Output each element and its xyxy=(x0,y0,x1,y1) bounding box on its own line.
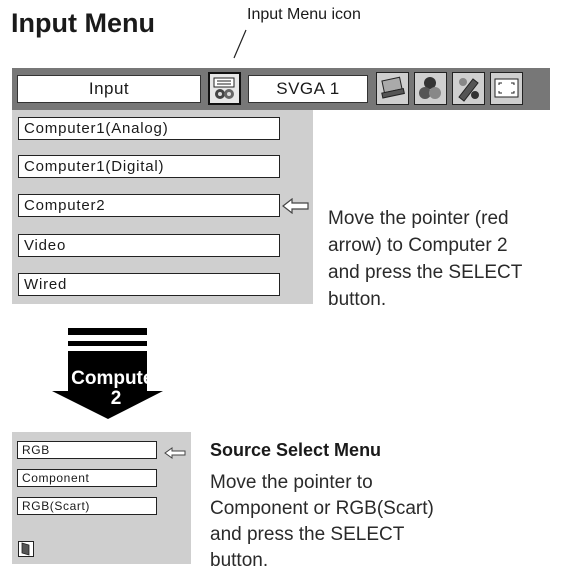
source-item-rgb[interactable]: RGB xyxy=(17,441,157,459)
source-item-component[interactable]: Component xyxy=(17,469,157,487)
source-menu-heading: Source Select Menu xyxy=(210,440,382,460)
transition-label: Computer 2 xyxy=(71,368,161,409)
source-pointer-arrow-icon xyxy=(164,447,186,459)
exit-icon[interactable] xyxy=(18,541,34,557)
step2-description: Move the pointer to Component or RGB(Sca… xyxy=(210,472,434,571)
source-item-rgb-scart[interactable]: RGB(Scart) xyxy=(17,497,157,515)
